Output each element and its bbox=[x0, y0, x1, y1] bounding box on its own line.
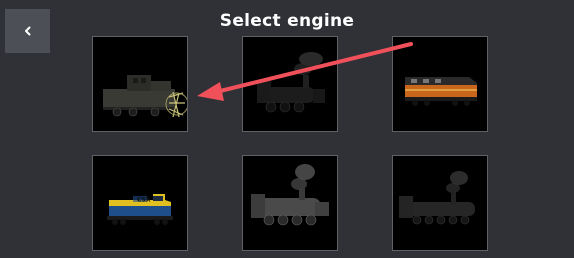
engine-select-screen: Select engine CSX bbox=[0, 0, 574, 258]
csx-logo: CSX bbox=[137, 197, 151, 204]
engine-card-5[interactable] bbox=[242, 155, 338, 251]
engine-card-4[interactable]: CSX bbox=[92, 155, 188, 251]
engine-thumbnail bbox=[251, 164, 329, 226]
engine-thumbnail bbox=[257, 52, 325, 113]
engine-card-1[interactable] bbox=[92, 36, 188, 132]
engine-thumbnail: CSX bbox=[107, 194, 173, 225]
engine-card-6[interactable] bbox=[392, 155, 488, 251]
engine-thumbnail bbox=[103, 75, 187, 118]
page-title: Select engine bbox=[219, 11, 355, 31]
engine-card-3[interactable] bbox=[392, 36, 488, 132]
engine-card-2[interactable] bbox=[242, 36, 338, 132]
engine-thumbnail bbox=[399, 171, 475, 225]
engine-thumbnail bbox=[405, 77, 477, 106]
